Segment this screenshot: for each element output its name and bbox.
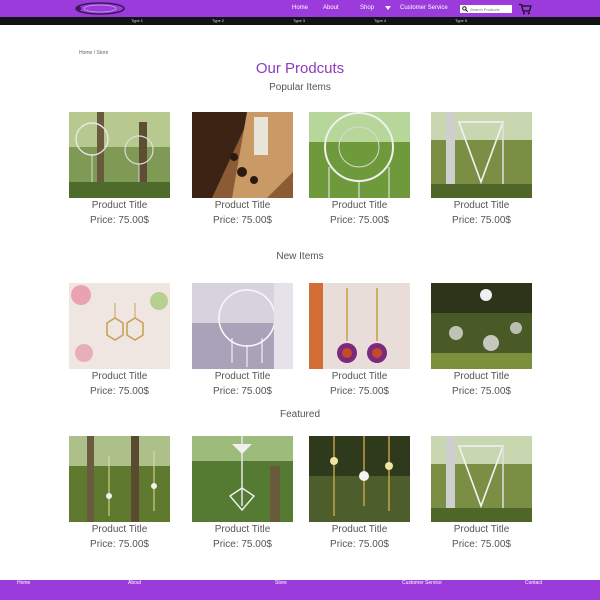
footer-link-about[interactable]: About xyxy=(128,580,141,586)
product-price: Price: 75.00$ xyxy=(452,539,511,550)
product-price: Price: 75.00$ xyxy=(452,215,511,226)
chevron-down-icon[interactable] xyxy=(385,6,391,10)
search-icon[interactable] xyxy=(460,5,470,13)
product-image[interactable] xyxy=(192,436,293,522)
footer: Home About Store Customer Service Contac… xyxy=(0,580,600,600)
product-title[interactable]: Product Title xyxy=(309,523,410,537)
product-title[interactable]: Product Title xyxy=(69,523,170,537)
product-image[interactable] xyxy=(431,283,532,369)
category-bar: Type 1 Type 2 Type 3 Type 4 Type 5 xyxy=(0,17,600,25)
section-heading-new: New Items xyxy=(276,251,324,262)
cart-icon[interactable] xyxy=(518,3,532,15)
product-price: Price: 75.00$ xyxy=(330,386,389,397)
product-card[interactable]: Product Title Price: 75.00$ xyxy=(309,112,410,229)
product-image[interactable] xyxy=(192,112,293,198)
product-card[interactable]: Product Title Price: 75.00$ xyxy=(431,436,532,553)
product-title[interactable]: Product Title xyxy=(69,370,170,384)
section-heading-popular: Popular Items xyxy=(269,82,331,93)
category-type-4[interactable]: Type 4 xyxy=(374,17,386,25)
top-nav-bar: Home About Shop Customer Service xyxy=(0,0,600,17)
product-image[interactable] xyxy=(431,436,532,522)
product-image[interactable] xyxy=(431,112,532,198)
product-card[interactable]: Product Title Price: 75.00$ xyxy=(192,112,293,229)
product-title[interactable]: Product Title xyxy=(192,199,293,213)
nav-customer-service[interactable]: Customer Service xyxy=(400,0,448,17)
search-box[interactable] xyxy=(460,5,512,13)
footer-link-customer-service[interactable]: Customer Service xyxy=(402,580,442,586)
page-title: Our Prodcuts xyxy=(255,60,345,77)
product-title[interactable]: Product Title xyxy=(431,523,532,537)
product-price: Price: 75.00$ xyxy=(90,539,149,550)
category-type-3[interactable]: Type 3 xyxy=(293,17,305,25)
product-price: Price: 75.00$ xyxy=(330,539,389,550)
product-card[interactable]: Product Title Price: 75.00$ xyxy=(309,283,410,400)
product-price: Price: 75.00$ xyxy=(213,215,272,226)
product-image[interactable] xyxy=(309,436,410,522)
category-type-5[interactable]: Type 5 xyxy=(455,17,467,25)
nav-about[interactable]: About xyxy=(323,0,339,17)
category-type-1[interactable]: Type 1 xyxy=(131,17,143,25)
product-price: Price: 75.00$ xyxy=(90,386,149,397)
product-card[interactable]: Product Title Price: 75.00$ xyxy=(192,283,293,400)
product-title[interactable]: Product Title xyxy=(69,199,170,213)
logo[interactable] xyxy=(74,2,126,15)
product-title[interactable]: Product Title xyxy=(309,199,410,213)
product-image[interactable] xyxy=(192,283,293,369)
nav-home[interactable]: Home xyxy=(292,0,308,17)
product-image[interactable] xyxy=(309,112,410,198)
product-title[interactable]: Product Title xyxy=(192,370,293,384)
product-card[interactable]: Product Title Price: 75.00$ xyxy=(431,112,532,229)
product-image[interactable] xyxy=(69,283,170,369)
breadcrumb[interactable]: Home / Store xyxy=(79,50,108,56)
footer-link-store[interactable]: Store xyxy=(275,580,287,586)
product-price: Price: 75.00$ xyxy=(90,215,149,226)
nav-shop[interactable]: Shop xyxy=(360,0,374,17)
product-price: Price: 75.00$ xyxy=(213,539,272,550)
product-image[interactable] xyxy=(69,436,170,522)
product-price: Price: 75.00$ xyxy=(213,386,272,397)
search-input[interactable] xyxy=(470,5,510,13)
product-card[interactable]: Product Title Price: 75.00$ xyxy=(192,436,293,553)
product-title[interactable]: Product Title xyxy=(309,370,410,384)
product-price: Price: 75.00$ xyxy=(330,215,389,226)
product-title[interactable]: Product Title xyxy=(431,370,532,384)
product-card[interactable]: Product Title Price: 75.00$ xyxy=(431,283,532,400)
product-card[interactable]: Product Title Price: 75.00$ xyxy=(309,436,410,553)
category-type-2[interactable]: Type 2 xyxy=(212,17,224,25)
footer-link-home[interactable]: Home xyxy=(17,580,30,586)
product-image[interactable] xyxy=(69,112,170,198)
product-card[interactable]: Product Title Price: 75.00$ xyxy=(69,436,170,553)
product-title[interactable]: Product Title xyxy=(431,199,532,213)
footer-link-contact[interactable]: Contact xyxy=(525,580,542,586)
section-heading-featured: Featured xyxy=(279,409,321,420)
product-card[interactable]: Product Title Price: 75.00$ xyxy=(69,283,170,400)
product-card[interactable]: Product Title Price: 75.00$ xyxy=(69,112,170,229)
product-title[interactable]: Product Title xyxy=(192,523,293,537)
product-image[interactable] xyxy=(309,283,410,369)
product-price: Price: 75.00$ xyxy=(452,386,511,397)
